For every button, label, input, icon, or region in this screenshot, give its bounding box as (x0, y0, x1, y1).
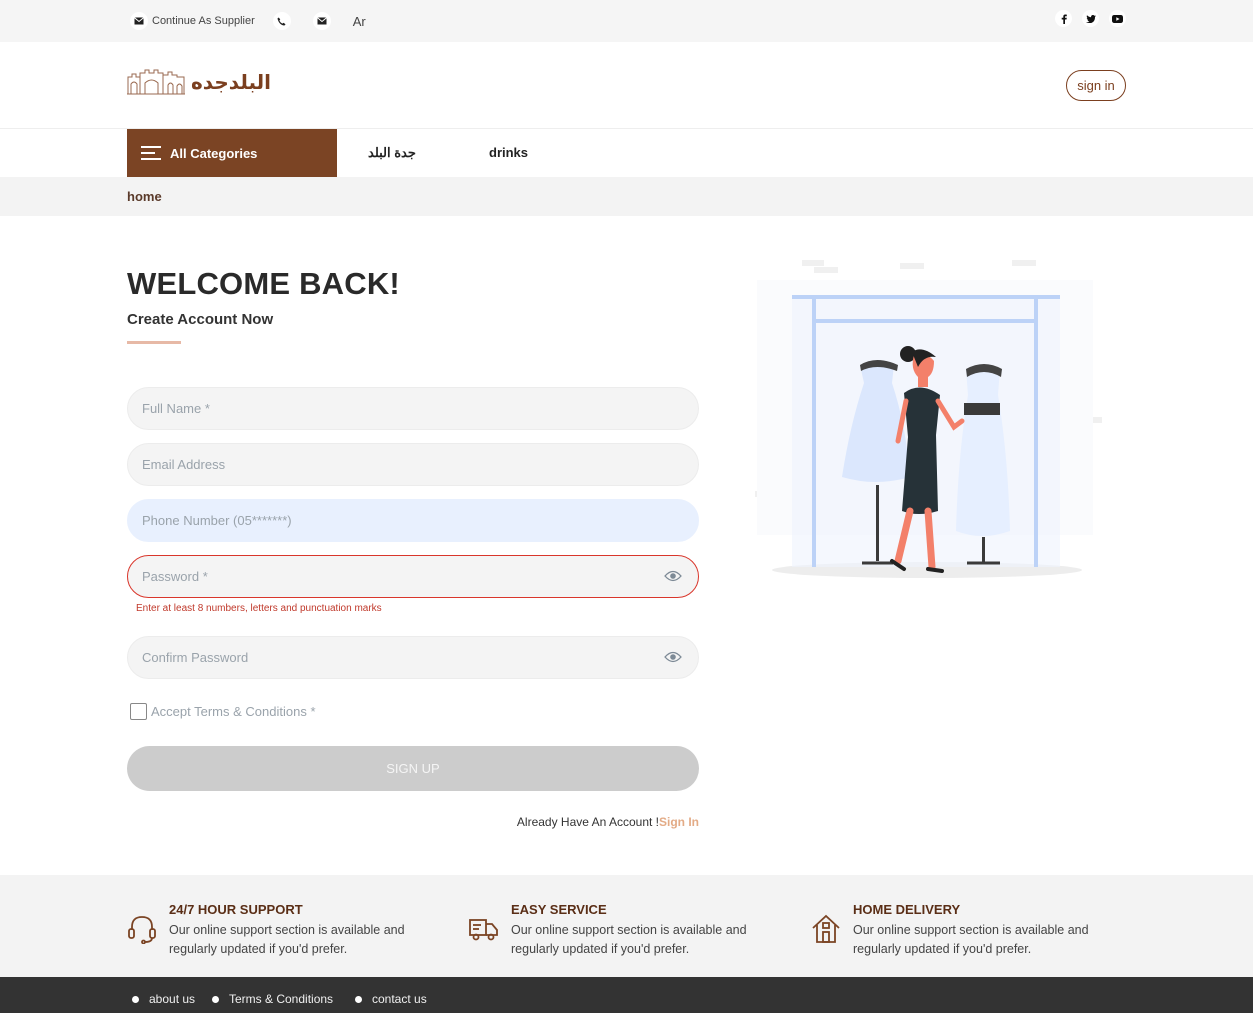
castle-logo-icon (127, 69, 185, 95)
footer-link-label: about us (149, 992, 196, 1006)
house-icon (812, 914, 840, 943)
all-categories-label: All Categories (170, 145, 258, 161)
terms-row: Accept Terms & Conditions * (130, 703, 316, 720)
boutique-illustration (755, 260, 1102, 578)
feature-title: 24/7 HOUR SUPPORT (169, 902, 303, 917)
twitter-icon[interactable] (1082, 10, 1099, 27)
features-strip: 24/7 HOUR SUPPORT Our online support sec… (0, 875, 1253, 977)
footer-link-contact[interactable]: contact us (355, 992, 427, 1006)
footer-link-about[interactable]: about us (132, 992, 195, 1006)
mail-icon (312, 12, 331, 30)
headset-icon (128, 916, 156, 944)
phone-link[interactable] (272, 12, 295, 30)
supplier-label: Continue As Supplier (152, 15, 255, 27)
site-footer: about us Terms & Conditions contact us (0, 977, 1253, 1013)
footer-link-label: Terms & Conditions (229, 992, 334, 1006)
supplier-link[interactable]: Continue As Supplier (130, 12, 255, 30)
full-name-field (127, 387, 699, 430)
main-nav: All Categories جدة البلد drinks (0, 129, 1253, 177)
page-title: WELCOME BACK! (127, 266, 400, 301)
menu-icon (141, 146, 161, 160)
confirm-password-field (127, 636, 699, 679)
truck-icon (469, 919, 498, 941)
sign-in-button[interactable]: sign in (1066, 70, 1126, 101)
eye-icon[interactable] (664, 569, 682, 583)
already-account-label: Already Have An Account ! (516, 815, 659, 829)
phone-input[interactable] (128, 500, 698, 541)
nav-link-drinks[interactable]: drinks (489, 145, 528, 160)
page-subtitle: Create Account Now (127, 311, 274, 328)
full-name-input[interactable] (128, 388, 698, 429)
youtube-icon[interactable] (1109, 10, 1126, 27)
top-bar: Continue As Supplier Ar (0, 0, 1253, 42)
breadcrumb-home[interactable]: home (127, 189, 162, 204)
feature-text: Our online support section is available … (853, 923, 1089, 956)
phone-icon (272, 12, 291, 30)
password-error: Enter at least 8 numbers, letters and pu… (136, 603, 382, 614)
all-categories-button[interactable]: All Categories (127, 129, 337, 177)
bullet-icon (212, 995, 219, 1003)
logo-text: البلدجده (191, 70, 272, 94)
feature-text: Our online support section is available … (511, 923, 747, 956)
site-logo[interactable]: البلدجده (127, 69, 271, 95)
email-input[interactable] (128, 444, 698, 485)
language-switch[interactable]: Ar (353, 14, 366, 29)
already-account-text: Already Have An Account !Sign In (517, 815, 699, 829)
bullet-icon (132, 995, 139, 1003)
email-link[interactable] (312, 12, 335, 30)
password-input[interactable] (128, 556, 698, 597)
email-field (127, 443, 699, 486)
terms-checkbox[interactable] (130, 703, 147, 720)
mail-icon (130, 12, 148, 30)
password-field (127, 555, 699, 598)
bullet-icon (355, 995, 362, 1003)
site-header: البلدجده sign in (0, 42, 1253, 129)
terms-label[interactable]: Accept Terms & Conditions * (151, 704, 316, 719)
sign-up-button[interactable]: SIGN UP (127, 746, 699, 791)
footer-link-terms[interactable]: Terms & Conditions (212, 992, 333, 1006)
facebook-icon[interactable] (1055, 10, 1072, 27)
feature-title: EASY SERVICE (511, 902, 607, 917)
confirm-password-input[interactable] (128, 637, 698, 678)
nav-link-jeddah-albalad[interactable]: جدة البلد (368, 145, 416, 161)
title-underline (127, 341, 181, 344)
eye-icon[interactable] (664, 650, 682, 664)
footer-link-label: contact us (372, 992, 427, 1006)
sign-in-link[interactable]: Sign In (659, 815, 699, 829)
breadcrumb: home (0, 177, 1253, 216)
feature-title: HOME DELIVERY (853, 902, 961, 917)
feature-text: Our online support section is available … (169, 923, 405, 956)
phone-field (127, 499, 699, 542)
